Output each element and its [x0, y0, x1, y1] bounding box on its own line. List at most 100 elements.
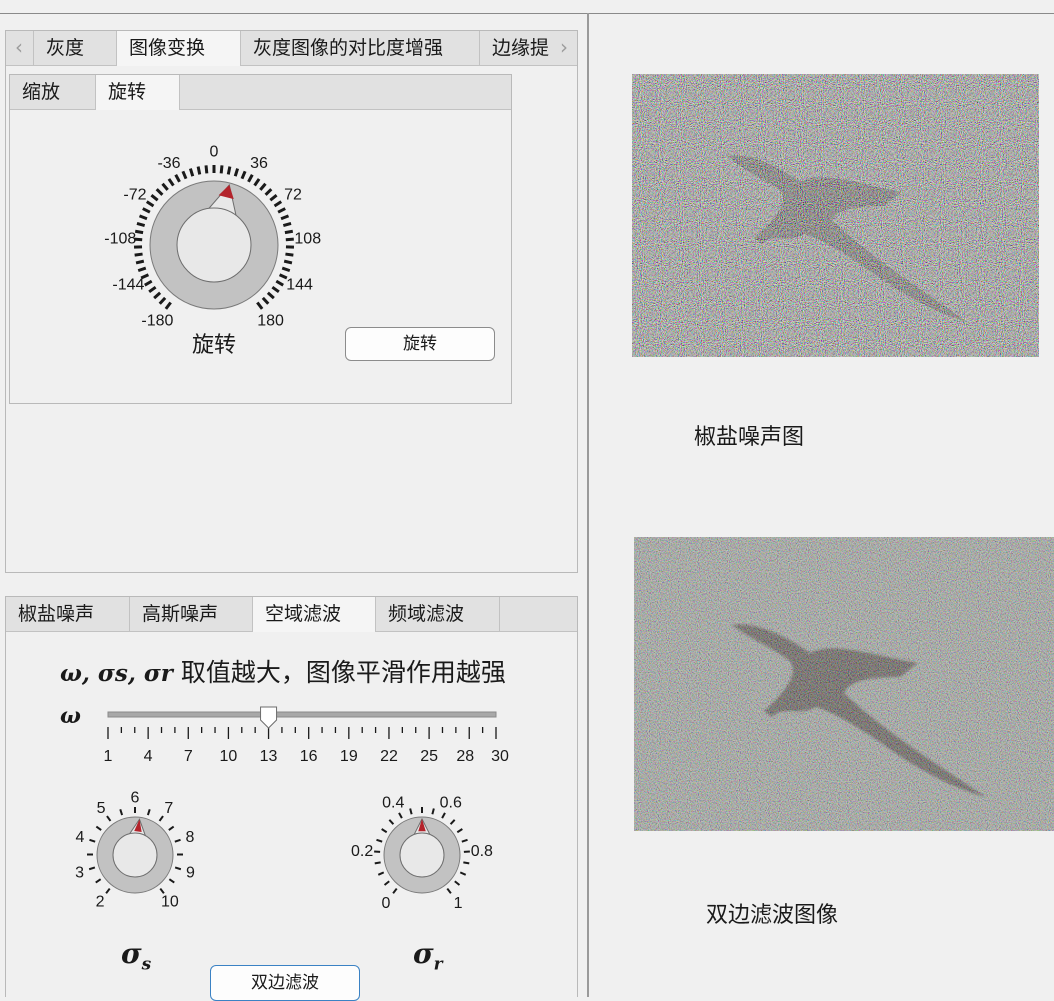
rotation-knob-tick: [157, 189, 163, 195]
omega-slider-tick-label: 7: [184, 748, 193, 765]
rotation-knob-tick: [169, 179, 174, 186]
tab-image-transform[interactable]: 图像变换: [117, 31, 241, 66]
rotation-knob-tick: [285, 254, 293, 255]
rotation-knob-tick: [257, 303, 262, 309]
omega-slider-tick-label: 25: [420, 748, 438, 765]
rotation-knob-tick: [135, 231, 143, 232]
tab-spatial-filter[interactable]: 空域滤波: [253, 597, 376, 632]
omega-slider[interactable]: ω1471013161922252830: [50, 705, 550, 785]
rotation-knob-tick-label: -72: [123, 187, 146, 204]
noise-filter-tab-group: 椒盐噪声 高斯噪声 空域滤波 频域滤波 ω, σs, σr 取值越大，图像平滑作…: [5, 596, 578, 997]
sigma-r-knob-tick-label: 1: [454, 895, 463, 912]
bilateral-filter-button[interactable]: 双边滤波: [210, 965, 360, 1001]
omega-slider-track: [108, 712, 496, 717]
sigma-r-knob-tick: [451, 820, 455, 824]
sigma-s-knob-tick: [160, 816, 164, 821]
sigma-s-knob-tick: [96, 827, 101, 831]
sigma-s-knob[interactable]: 2345678910: [51, 785, 221, 925]
tab-grayscale[interactable]: 灰度: [33, 31, 117, 65]
sigma-r-knob-tick: [460, 872, 465, 874]
omega-slider-tick-label: 13: [260, 748, 278, 765]
tab-salt-pepper-noise[interactable]: 椒盐噪声: [6, 597, 130, 631]
sigma-s-knob-tick-label: 2: [96, 894, 105, 911]
omega-slider-tick-label: 16: [300, 748, 318, 765]
rotation-knob-tick-label: 144: [286, 276, 313, 293]
rotation-knob-tick-label: -108: [104, 231, 136, 248]
rotation-knob-tick: [206, 165, 207, 173]
rotation-knob-label: 旋转: [168, 327, 260, 359]
sigma-r-knob-tick: [393, 889, 397, 894]
rotation-knob-tick: [242, 171, 245, 178]
omega-slider-tick-label: 10: [220, 748, 238, 765]
sigma-r-knob-tick: [376, 840, 382, 842]
sigma-s-knob-tick: [169, 879, 174, 882]
rotation-knob-tick: [166, 303, 171, 309]
rotation-knob-tick: [286, 239, 294, 240]
rotation-knob-tick: [228, 167, 230, 175]
rotation-knob-tick: [235, 169, 237, 177]
tab-contrast-enhancement[interactable]: 灰度图像的对比度增强: [241, 31, 480, 65]
sigma-r-knob-tick: [389, 820, 393, 824]
tab-frequency-filter[interactable]: 频域滤波: [376, 597, 500, 631]
sigma-r-knob-tick-label: 0: [381, 895, 390, 912]
transform-tab-group: ‹ 灰度 图像变换 灰度图像的对比度增强 边缘提 › 缩放 旋转 0 36 72 10…: [5, 30, 578, 573]
omega-slider-tick-label: 28: [456, 748, 474, 765]
sigma-s-knob-tick: [148, 809, 150, 815]
sigma-r-knob-face: [400, 833, 444, 877]
rotation-knob-tick-label: 0: [210, 144, 219, 161]
rotation-knob-tick-label: -36: [157, 155, 180, 172]
sigma-s-knob-tick: [107, 816, 111, 821]
rotation-knob-tick: [283, 223, 291, 225]
rotation-knob-tick: [268, 293, 274, 298]
rotation-knob-tick: [272, 287, 278, 292]
omega-slider-tick-label: 22: [380, 748, 398, 765]
sigma-s-knob-tick-label: 5: [97, 800, 106, 817]
sigma-s-knob-tick-label: 4: [76, 829, 85, 846]
tab-scale[interactable]: 缩放: [10, 75, 96, 109]
rotation-knob-tick: [281, 216, 288, 219]
tab-gaussian-noise[interactable]: 高斯噪声: [130, 597, 253, 631]
sigma-r-knob-tick: [462, 840, 468, 842]
filtered-image: [634, 537, 1054, 831]
omega-slider-tick-label: 30: [491, 748, 509, 765]
rotation-knob-tick: [163, 184, 168, 190]
tab-edge-extraction[interactable]: 边缘提: [480, 31, 558, 65]
rotation-knob-tick: [154, 293, 160, 298]
panel-divider: [587, 13, 589, 997]
rotation-knob-tick-label: 108: [294, 231, 321, 248]
sigma-r-knob-tick: [447, 889, 451, 894]
rotation-knob-tick: [176, 175, 180, 182]
rotation-knob-tick: [275, 202, 282, 206]
sigma-s-knob-tick: [106, 889, 110, 894]
sigma-s-knob-tick: [175, 867, 181, 869]
filter-heading: ω, σs, σr 取值越大，图像平滑作用越强: [60, 653, 560, 689]
noisy-image-caption: 椒盐噪声图: [694, 419, 804, 451]
rotation-knob-tick-label: 72: [284, 187, 302, 204]
sigma-s-knob-tick-label: 7: [164, 800, 173, 817]
transform-subtab-group: 缩放 旋转 03672108144180-180-144-108-72-36 旋…: [9, 74, 512, 404]
tab-rotate[interactable]: 旋转: [96, 75, 180, 110]
sigma-r-knob[interactable]: 00.20.40.60.81: [326, 785, 516, 925]
sigma-s-knob-tick-label: 10: [161, 894, 179, 911]
omega-symbol: ω: [60, 705, 81, 729]
rotation-knob-tick: [270, 195, 276, 200]
heading-symbols: ω, σs, σr: [60, 660, 173, 687]
sigma-r-knob-tick: [463, 862, 469, 863]
rotation-knob-tick: [263, 298, 268, 304]
sigma-r-knob-tick: [399, 813, 402, 818]
rotation-knob-tick: [138, 268, 146, 271]
sigma-r-knob-tick-label: 0.8: [471, 843, 493, 860]
rotation-knob-tick: [260, 184, 265, 190]
sigma-s-knob-tick-label: 8: [186, 829, 195, 846]
sigma-s-knob-tick: [169, 827, 174, 831]
sigma-s-knob-tick: [89, 867, 95, 869]
omega-slider-tick-label: 1: [104, 748, 113, 765]
rotation-knob-tick-label: 36: [250, 155, 268, 172]
tab-scroll-left-icon[interactable]: ‹: [8, 31, 30, 65]
sigma-r-knob-tick: [442, 813, 445, 818]
tab-scroll-right-icon[interactable]: ›: [553, 31, 575, 65]
omega-slider-thumb: [261, 707, 277, 728]
window-top-border: [0, 13, 1054, 14]
rotate-button[interactable]: 旋转: [345, 327, 495, 361]
sigma-r-label: σr: [413, 937, 443, 975]
